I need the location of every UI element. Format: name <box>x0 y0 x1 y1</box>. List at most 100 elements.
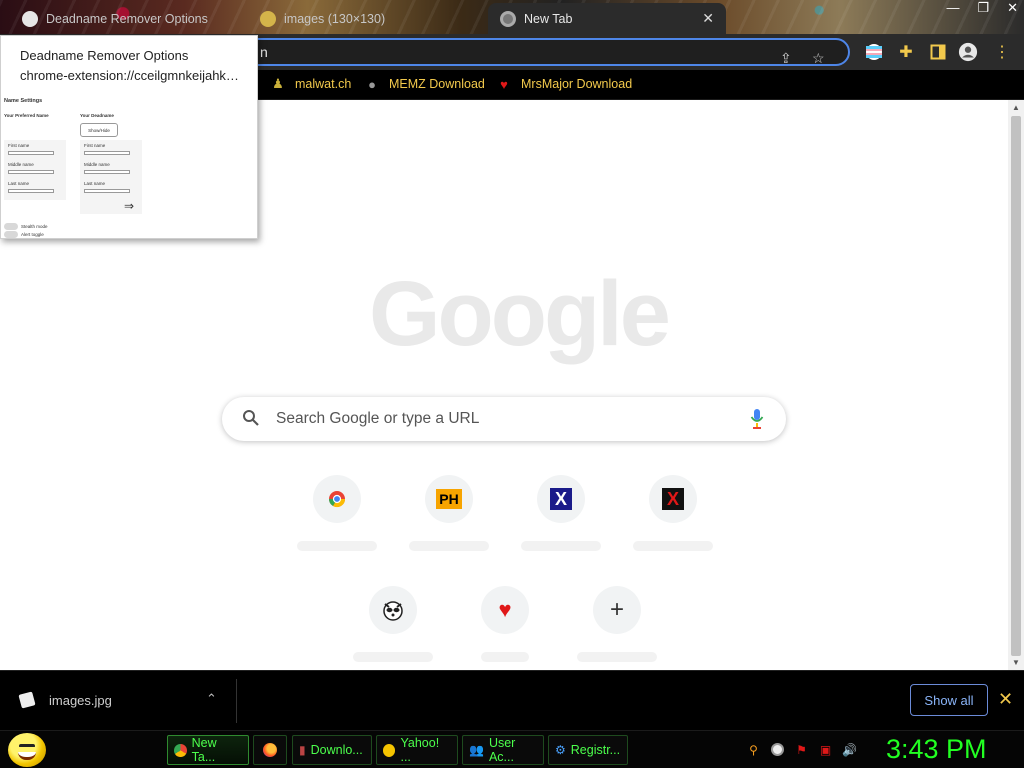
last-name-label: Last name <box>84 181 106 186</box>
tab-title: images (130×130) <box>284 11 386 26</box>
address-bar[interactable]: n ⇪ ☆ <box>238 38 850 66</box>
page-scrollbar[interactable]: ▲ ▼ <box>1008 100 1024 670</box>
extensions-puzzle-icon[interactable]: ✚ <box>896 42 916 62</box>
dead-last-name-input[interactable] <box>84 189 130 193</box>
shortcut-tile[interactable]: PH <box>393 475 505 575</box>
scroll-down-icon[interactable]: ▼ <box>1012 658 1020 667</box>
close-download-shelf-icon[interactable]: ✕ <box>998 689 1013 710</box>
taskbar-item-firefox[interactable] <box>253 735 287 765</box>
bookmark-star-icon[interactable]: ☆ <box>812 46 825 70</box>
dead-middle-name-input[interactable] <box>84 170 130 174</box>
taskbar-item-label: User Ac... <box>488 736 516 764</box>
firefox-icon <box>263 743 277 757</box>
minimize-icon[interactable]: — <box>946 0 959 16</box>
shortcut-tile[interactable]: X <box>617 475 729 575</box>
file-icon <box>18 691 36 709</box>
search-box[interactable]: Search Google or type a URL <box>222 397 786 441</box>
popup-url: chrome-extension://cceilgmnkeijahk… <box>20 68 239 83</box>
bookmark-memz-download[interactable]: ● MEMZ Download <box>364 76 485 92</box>
search-icon <box>243 410 259 426</box>
side-panel-icon[interactable] <box>928 42 948 62</box>
preferred-first-name-input[interactable] <box>8 151 54 155</box>
extension-favicon-icon <box>22 10 38 27</box>
google-logo: Google <box>369 263 671 365</box>
ph-icon: PH <box>425 475 473 523</box>
clock[interactable]: 3:43 PM <box>886 734 987 765</box>
save-arrow-icon[interactable]: ⇒ <box>124 199 134 213</box>
restore-icon[interactable]: ❐ <box>977 0 989 16</box>
image-favicon-icon <box>260 10 276 27</box>
x-icon-text: X <box>662 488 684 510</box>
download-shelf: images.jpg ⌃ Show all ✕ <box>0 670 1024 730</box>
volume-icon[interactable]: 🔊 <box>842 742 857 757</box>
taskbar-item-new-tab[interactable]: New Ta... <box>167 735 249 765</box>
add-shortcut-button[interactable]: + <box>561 586 673 670</box>
middle-name-label: Middle name <box>8 162 34 167</box>
chrome-favicon-icon <box>500 10 516 27</box>
taskbar-item-registry[interactable]: ⚙ Registr... <box>548 735 628 765</box>
plus-glyph: + <box>609 596 624 623</box>
shortcut-label <box>577 652 657 662</box>
start-button-smiley-icon[interactable] <box>8 733 46 767</box>
tray-circle-icon[interactable] <box>770 742 785 757</box>
shortcut-label <box>481 652 529 662</box>
tab-title: New Tab <box>524 11 573 26</box>
chevron-up-icon[interactable]: ⌃ <box>206 691 217 707</box>
close-window-icon[interactable]: ✕ <box>1007 0 1018 16</box>
download-filename[interactable]: images.jpg <box>49 693 112 708</box>
popup-title: Deadname Remover Options <box>20 48 189 63</box>
raccoon-icon <box>369 586 417 634</box>
search-placeholder: Search Google or type a URL <box>276 410 480 427</box>
share-icon[interactable]: ⇪ <box>780 46 792 70</box>
x-blue-icon: X <box>537 475 585 523</box>
shortcut-label <box>353 652 433 662</box>
name-settings-heading: Name Settings <box>4 98 43 104</box>
last-name-label: Last name <box>8 181 30 186</box>
tab-strip: Deadname Remover Options images (130×130… <box>0 0 1024 34</box>
profile-avatar-icon[interactable] <box>958 42 978 62</box>
shortcut-tile[interactable] <box>337 586 449 670</box>
first-name-label: First name <box>8 143 30 148</box>
stealth-toggle[interactable] <box>4 223 18 230</box>
x-red-icon: X <box>649 475 697 523</box>
preferred-middle-name-input[interactable] <box>8 170 54 174</box>
menu-kebab-icon[interactable]: ⋮ <box>992 42 1012 62</box>
shortcut-tile[interactable]: ♥ <box>449 586 561 670</box>
network-icon[interactable]: ▣ <box>818 742 833 757</box>
show-all-button[interactable]: Show all <box>910 684 988 716</box>
dead-first-name-input[interactable] <box>84 151 130 155</box>
chrome-icon <box>174 743 187 757</box>
heart-glyph: ♥ <box>498 597 512 622</box>
shortcut-tile[interactable] <box>281 475 393 575</box>
bookmark-mrsmajor-download[interactable]: ♥ MrsMajor Download <box>496 76 632 92</box>
scroll-thumb[interactable] <box>1011 116 1021 656</box>
shortcut-tile[interactable]: X <box>505 475 617 575</box>
shortcut-label <box>297 541 377 551</box>
tab-deadname-options[interactable]: Deadname Remover Options <box>10 3 240 34</box>
taskbar-item-downloads[interactable]: ▮ Downlo... <box>292 735 372 765</box>
show-hide-button[interactable]: Show/Hide <box>80 123 118 137</box>
ph-icon-text: PH <box>436 489 462 509</box>
x-icon-text: X <box>550 488 572 510</box>
add-shortcut-icon: + <box>593 586 641 634</box>
search-icon[interactable]: ⚲ <box>746 742 761 757</box>
preferred-last-name-input[interactable] <box>8 189 54 193</box>
microphone-icon[interactable] <box>750 408 764 430</box>
taskbar-item-yahoo[interactable]: Yahoo! ... <box>376 735 458 765</box>
alert-toggle-label: Alert toggle <box>21 232 44 237</box>
scroll-up-icon[interactable]: ▲ <box>1012 103 1020 112</box>
alert-toggle[interactable] <box>4 231 18 238</box>
action-center-flag-icon[interactable]: ⚑ <box>794 742 809 757</box>
taskbar-item-label: Yahoo! ... <box>400 736 440 764</box>
person-icon: ♟ <box>272 76 284 91</box>
bookmark-malwatch[interactable]: ♟ malwat.ch <box>270 76 351 92</box>
taskbar-item-label: New Ta... <box>191 736 217 764</box>
trans-flag-extension-icon[interactable] <box>864 42 884 62</box>
taskbar-item-user-accounts[interactable]: 👥 User Ac... <box>462 735 544 765</box>
close-tab-icon[interactable]: ✕ <box>702 10 714 27</box>
shortcut-label <box>633 541 713 551</box>
tab-images[interactable]: images (130×130) <box>248 3 480 34</box>
taskbar: New Ta... ▮ Downlo... Yahoo! ... 👥 User … <box>0 730 1024 768</box>
tab-new-tab[interactable]: New Tab ✕ <box>488 3 726 34</box>
download-icon: ▮ <box>299 743 306 757</box>
